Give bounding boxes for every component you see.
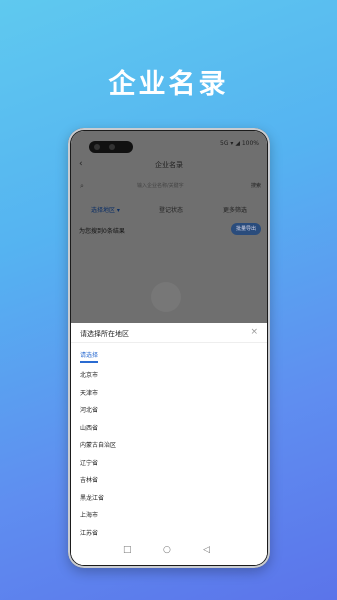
- export-button[interactable]: 批量导出: [231, 223, 261, 235]
- sheet-title: 请选择所在地区: [80, 330, 129, 338]
- list-item[interactable]: 北京市: [80, 367, 258, 385]
- filter-bar: 选择地区 ▾ 登记状态 更多筛选: [71, 203, 267, 217]
- list-item[interactable]: 吉林省: [80, 472, 258, 490]
- list-item[interactable]: 江苏省: [80, 525, 258, 540]
- search-bar: ⌕ 输入企业名称/关键字 搜索: [77, 181, 261, 193]
- status-indicators: 5G ▾ ◢ 100%: [220, 140, 259, 147]
- app-header: ‹ 企业名录: [71, 157, 267, 173]
- phone-frame: 5G ▾ ◢ 100% ‹ 企业名录 ⌕ 输入企业名称/关键字 搜索 选择地区 …: [68, 128, 270, 568]
- camera-lens-icon: [109, 144, 115, 150]
- camera-lens-icon: [94, 144, 100, 150]
- phone-screen: 5G ▾ ◢ 100% ‹ 企业名录 ⌕ 输入企业名称/关键字 搜索 选择地区 …: [71, 131, 267, 565]
- dimmed-background[interactable]: 5G ▾ ◢ 100% ‹ 企业名录 ⌕ 输入企业名称/关键字 搜索 选择地区 …: [71, 131, 267, 323]
- result-summary: 为您搜到0条结果 批量导出: [77, 223, 261, 237]
- page-title: 企业名录: [155, 161, 183, 169]
- filter-region[interactable]: 选择地区 ▾: [91, 205, 120, 214]
- status-bar: 5G ▾ ◢ 100%: [71, 131, 267, 153]
- list-item[interactable]: 内蒙古自治区: [80, 437, 258, 455]
- filter-more[interactable]: 更多筛选: [223, 205, 247, 214]
- tab-select[interactable]: 请选择: [80, 350, 98, 359]
- filter-status[interactable]: 登记状态: [159, 205, 183, 214]
- list-item[interactable]: 天津市: [80, 385, 258, 403]
- list-item[interactable]: 河北省: [80, 402, 258, 420]
- recents-square-icon[interactable]: □: [123, 545, 132, 555]
- camera-cutout: [89, 141, 133, 153]
- promo-title: 企业名录: [108, 69, 229, 100]
- search-button[interactable]: 搜索: [251, 182, 261, 189]
- system-nav-bar: □ ○ ◁: [71, 539, 267, 565]
- search-input[interactable]: 输入企业名称/关键字: [137, 182, 184, 189]
- tab-indicator: [80, 361, 98, 363]
- result-count-text: 为您搜到0条结果: [79, 228, 125, 235]
- close-icon[interactable]: ×: [250, 327, 258, 337]
- empty-state-icon: [151, 282, 181, 312]
- list-item[interactable]: 辽宁省: [80, 455, 258, 473]
- back-triangle-icon[interactable]: ◁: [203, 545, 210, 555]
- list-item[interactable]: 山西省: [80, 420, 258, 438]
- list-item[interactable]: 上海市: [80, 507, 258, 525]
- region-list: 北京市 天津市 河北省 山西省 内蒙古自治区 辽宁省 吉林省 黑龙江省 上海市 …: [80, 367, 258, 539]
- region-picker-sheet: 请选择所在地区 × 请选择 北京市 天津市 河北省 山西省 内蒙古自治区 辽宁省…: [71, 323, 267, 565]
- divider: [71, 342, 267, 343]
- search-icon: ⌕: [80, 182, 84, 190]
- home-circle-icon[interactable]: ○: [163, 545, 171, 555]
- list-item[interactable]: 黑龙江省: [80, 490, 258, 508]
